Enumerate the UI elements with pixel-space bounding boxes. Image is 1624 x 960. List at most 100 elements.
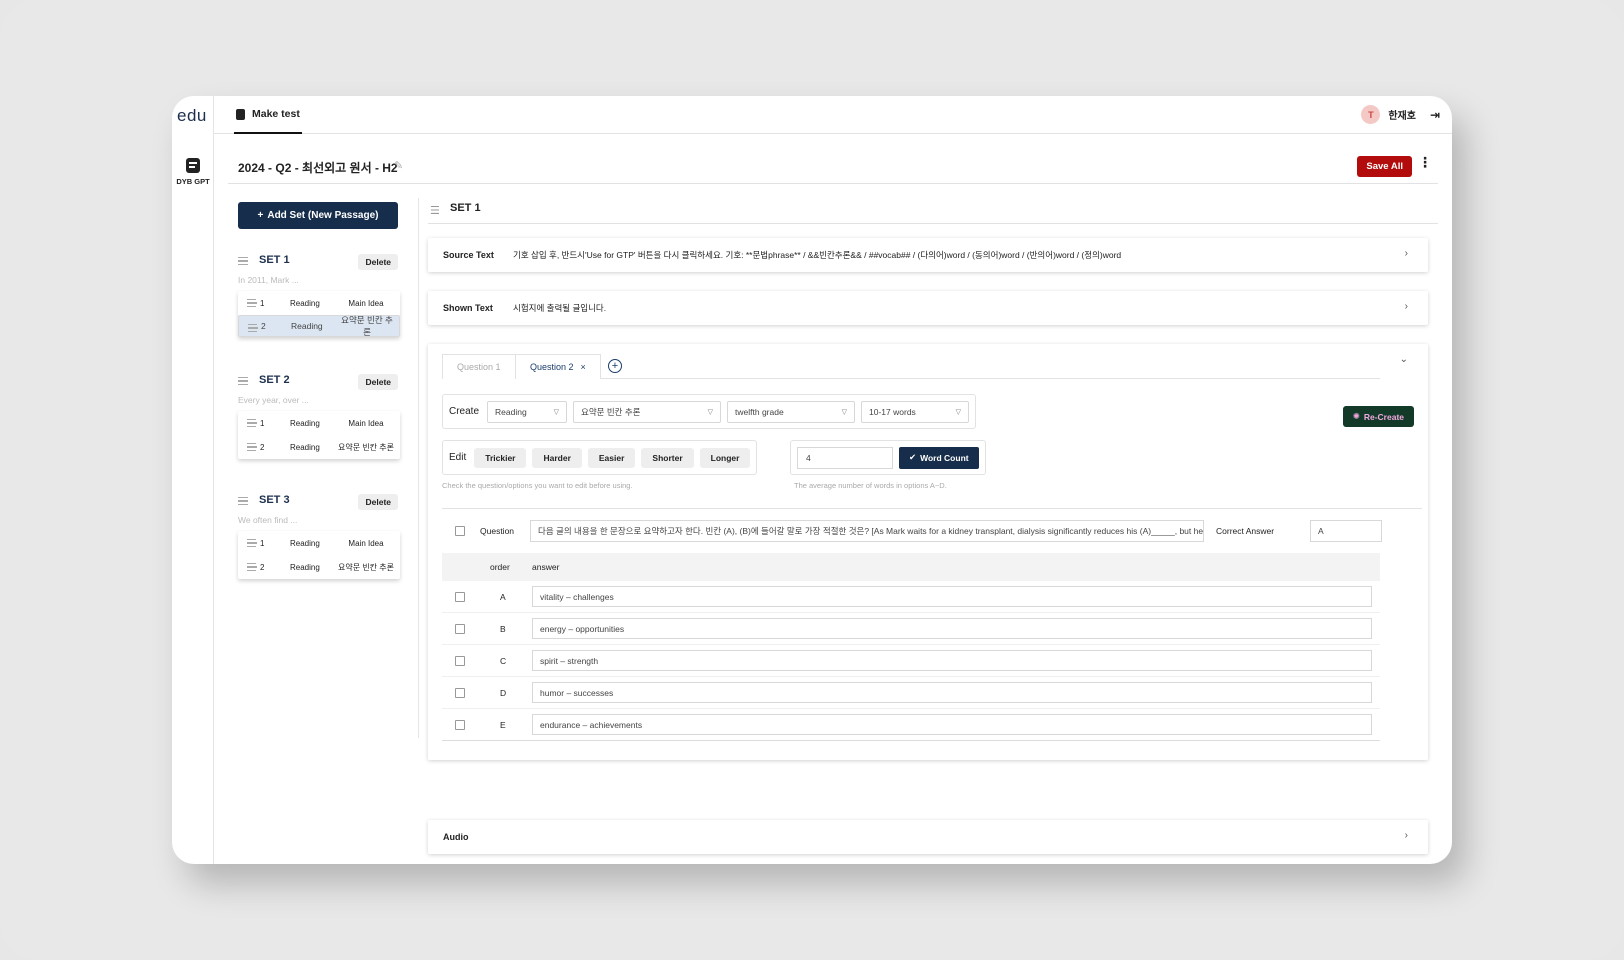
- drag-handle-icon[interactable]: [238, 497, 248, 505]
- word-count-input[interactable]: 4: [797, 446, 893, 469]
- question-row[interactable]: 1 Reading Main Idea: [238, 531, 400, 555]
- chevron-down-icon: ▽: [707, 408, 714, 416]
- question-checkbox[interactable]: [455, 526, 465, 536]
- question-number: 2: [260, 562, 265, 572]
- close-icon[interactable]: ×: [581, 362, 586, 372]
- answer-input[interactable]: humor – successes: [532, 682, 1372, 703]
- question-type: Reading: [290, 298, 320, 308]
- drag-handle-icon[interactable]: [247, 299, 257, 307]
- question-row[interactable]: 1 Reading Main Idea: [238, 291, 400, 315]
- word-count-hint: The average number of words in options A…: [794, 481, 947, 490]
- question-kind: Main Idea: [348, 298, 384, 308]
- trickier-button[interactable]: Trickier: [474, 447, 527, 468]
- answer-checkbox[interactable]: [455, 656, 465, 666]
- drag-handle-icon[interactable]: [248, 324, 258, 332]
- word-count-button[interactable]: ✔ Word Count: [899, 446, 979, 469]
- logout-icon[interactable]: ⇥: [1430, 108, 1440, 122]
- column-divider: [418, 198, 419, 738]
- question-input[interactable]: 다음 글의 내용을 한 문장으로 요약하고자 한다. 빈칸 (A), (B)에 …: [530, 520, 1204, 542]
- answer-input[interactable]: energy – opportunities: [532, 618, 1372, 639]
- tab-make-test[interactable]: Make test: [234, 96, 302, 134]
- source-text-panel[interactable]: Source Text 기호 삽입 후, 반드시'Use for GTP' 버튼…: [428, 238, 1428, 272]
- tab-label: Make test: [252, 108, 300, 120]
- clipboard-icon: [236, 108, 245, 120]
- question-row[interactable]: 2 Reading 요약문 빈칸 추론: [238, 435, 400, 459]
- user-name: 한재호: [1388, 111, 1416, 122]
- edit-controls: Edit Trickier Harder Easier Shorter Long…: [442, 440, 758, 475]
- length-select[interactable]: 10-17 words ▽: [861, 400, 970, 423]
- tab-question-1[interactable]: Question 1: [442, 354, 516, 379]
- more-options-icon[interactable]: ⋮: [1418, 154, 1432, 171]
- rail-item-dyb-gpt[interactable]: DYB GPT: [174, 158, 212, 186]
- question-tabs: Question 1 Question 2 × +: [442, 354, 1380, 379]
- page-title: 2024 - Q2 - 최선외고 원서 - H2: [238, 161, 398, 175]
- answer-input[interactable]: vitality – challenges: [532, 586, 1372, 607]
- chevron-right-icon[interactable]: ›: [1405, 248, 1408, 259]
- question-number: 1: [260, 538, 265, 548]
- answer-input[interactable]: endurance – achievements: [532, 714, 1372, 735]
- set-preview: Every year, over ...: [238, 395, 309, 405]
- question-number: 2: [260, 442, 265, 452]
- drag-handle-icon[interactable]: [247, 539, 257, 547]
- longer-button[interactable]: Longer: [699, 447, 751, 468]
- add-set-label: Add Set (New Passage): [267, 210, 379, 221]
- drag-handle-icon[interactable]: [238, 377, 248, 385]
- question-row: Question 다음 글의 내용을 한 문장으로 요약하고자 한다. 빈칸 (…: [442, 520, 1422, 542]
- easier-button[interactable]: Easier: [587, 447, 636, 468]
- add-question-icon[interactable]: +: [608, 359, 622, 373]
- correct-answer-input[interactable]: A: [1310, 520, 1382, 542]
- audio-panel[interactable]: Audio ›: [428, 820, 1428, 854]
- avatar[interactable]: T: [1361, 105, 1381, 124]
- question-number: 2: [261, 321, 266, 331]
- set-block[interactable]: SET 2 Delete Every year, over ... 1 Read…: [238, 372, 400, 459]
- drag-handle-icon[interactable]: [247, 419, 257, 427]
- plus-icon: +: [257, 210, 264, 221]
- app-window: edu DYB GPT Make test T 한재호 ⇥ 2024 - Q2 …: [172, 96, 1452, 864]
- column-header-answer: answer: [532, 562, 560, 572]
- question-row-selected[interactable]: 2 Reading 요약문 빈칸 추론: [238, 315, 400, 337]
- chevron-right-icon[interactable]: ›: [1405, 301, 1408, 312]
- tab-question-2[interactable]: Question 2 ×: [515, 354, 601, 379]
- grade-select[interactable]: twelfth grade ▽: [727, 400, 856, 423]
- drag-handle-icon[interactable]: [247, 443, 257, 451]
- delete-set-button[interactable]: Delete: [358, 494, 398, 510]
- delete-set-button[interactable]: Delete: [358, 254, 398, 270]
- kind-select[interactable]: 요약문 빈칸 추론 ▽: [573, 400, 722, 423]
- delete-set-button[interactable]: Delete: [358, 374, 398, 390]
- user-menu: T 한재호 ⇥: [1361, 105, 1440, 124]
- drag-handle-icon[interactable]: [238, 257, 248, 265]
- save-all-button[interactable]: Save All: [1357, 156, 1412, 177]
- answer-checkbox[interactable]: [455, 592, 465, 602]
- answer-checkbox[interactable]: [455, 624, 465, 634]
- outdent-icon[interactable]: ☰: [430, 204, 440, 217]
- question-row[interactable]: 1 Reading Main Idea: [238, 411, 400, 435]
- shorter-button[interactable]: Shorter: [641, 447, 694, 468]
- edit-title-icon[interactable]: ✎: [394, 159, 403, 172]
- chevron-down-icon[interactable]: ⌄: [1400, 354, 1408, 365]
- answer-input[interactable]: spirit – strength: [532, 650, 1372, 671]
- set-header: ☰ SET 1: [428, 196, 1438, 224]
- top-bar: Make test T 한재호 ⇥: [214, 96, 1452, 134]
- question-row[interactable]: 2 Reading 요약문 빈칸 추론: [238, 555, 400, 579]
- harder-button[interactable]: Harder: [532, 447, 582, 468]
- set-block[interactable]: SET 3 Delete We often find ... 1 Reading…: [238, 492, 400, 579]
- drag-handle-icon[interactable]: [247, 563, 257, 571]
- answer-checkbox[interactable]: [455, 720, 465, 730]
- chevron-right-icon[interactable]: ›: [1405, 830, 1408, 841]
- set-name: SET 3: [259, 494, 290, 506]
- shown-text-panel[interactable]: Shown Text 시험지에 출력될 글입니다. ›: [428, 291, 1428, 325]
- answer-letter: C: [500, 656, 507, 666]
- check-icon: ✔: [909, 452, 917, 462]
- word-count-controls: 4 ✔ Word Count: [790, 440, 986, 475]
- set-block[interactable]: SET 1 Delete In 2011, Mark ... 1 Reading…: [238, 252, 400, 337]
- question-type: Reading: [290, 442, 320, 452]
- answer-letter: D: [500, 688, 507, 698]
- re-create-button[interactable]: ✺ Re-Create: [1342, 406, 1414, 427]
- set-title: SET 1: [450, 202, 481, 214]
- add-set-button[interactable]: + Add Set (New Passage): [238, 202, 398, 229]
- tab-label: Question 2: [530, 362, 574, 372]
- type-select[interactable]: Reading ▽: [487, 400, 568, 423]
- answer-checkbox[interactable]: [455, 688, 465, 698]
- question-type: Reading: [290, 562, 320, 572]
- edit-label: Edit: [449, 452, 467, 463]
